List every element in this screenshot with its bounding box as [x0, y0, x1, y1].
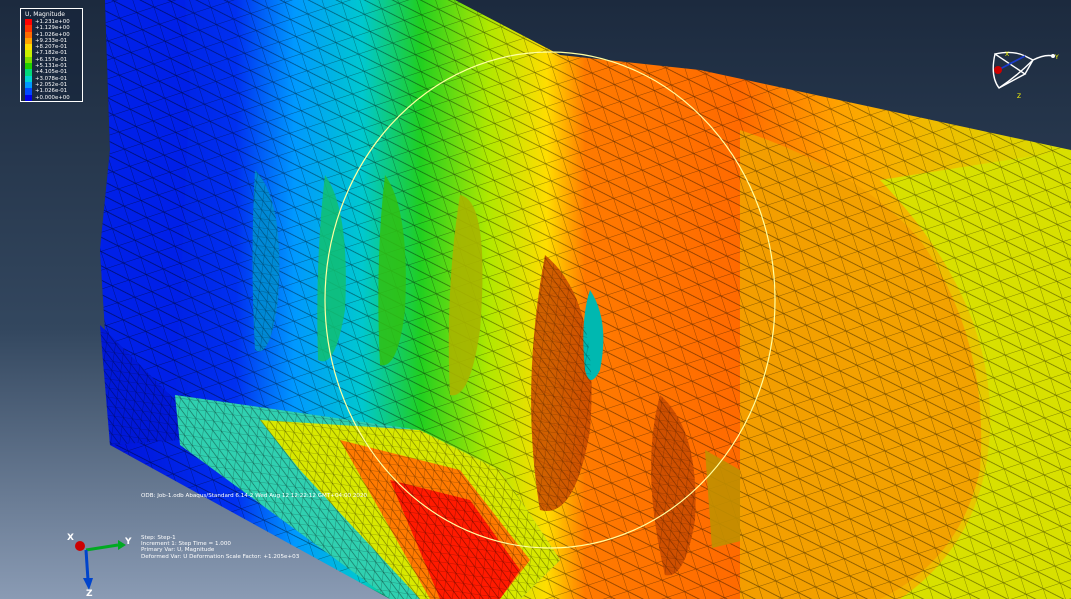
color-legend: U, Magnitude +1.231e+00 +1.129e+00 +1.026e…: [20, 8, 83, 102]
legend-rows: +1.231e+00 +1.129e+00 +1.026e+00 +9.233e-01…: [25, 19, 70, 101]
legend-swatch: [25, 94, 32, 101]
view-cube-x-label: X: [1005, 51, 1010, 58]
mesh-part-right-face: [740, 130, 1071, 599]
triad-y-label: Y: [125, 537, 132, 547]
view-cube-y-label: Y: [1055, 54, 1059, 61]
legend-row: +0.000e+00: [25, 94, 70, 101]
legend-title: U, Magnitude: [25, 11, 65, 18]
model-viewport[interactable]: [0, 0, 1071, 599]
triad-x-label: X: [67, 533, 74, 543]
odb-info-line: ODB: Job-1.odb Abaqus/Standard 6.14-2 We…: [141, 493, 368, 499]
triad-z-label: Z: [86, 589, 93, 599]
view-cube-z-label: Z: [1017, 93, 1022, 100]
view-cube[interactable]: X Y Z: [985, 46, 1061, 102]
legend-label: +0.000e+00: [35, 94, 70, 101]
step-info-block: Step: Step-1 Increment 1: Step Time = 1.…: [141, 535, 299, 560]
step-info-line-4: Deformed Var: U Deformation Scale Factor…: [141, 553, 300, 560]
